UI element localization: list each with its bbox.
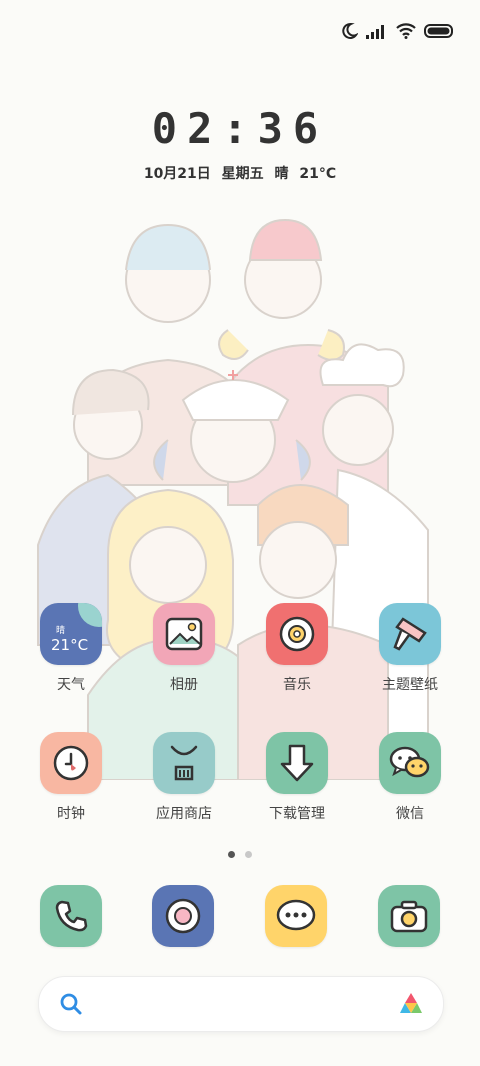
messages-icon [276,899,316,931]
app-label: 下载管理 [269,806,325,822]
dock-camera[interactable] [378,885,440,947]
app-gallery[interactable]: 相册 [134,603,234,694]
app-store[interactable]: 应用商店 [134,732,234,823]
status-bar [340,20,454,42]
weather-temperature: 21°C [51,636,89,654]
clock-icon[interactable] [40,732,102,794]
wechat-bubbles-icon[interactable] [379,732,441,794]
app-clock[interactable]: 时钟 [21,732,121,823]
weather-condition: 晴 [56,626,66,636]
battery-icon [424,23,454,39]
app-weather[interactable]: 晴 21°C 天气 [21,603,121,694]
page-dot-2[interactable] [245,851,252,858]
app-label: 微信 [396,806,424,822]
wifi-icon [396,23,416,39]
dock-browser[interactable] [152,885,214,947]
moon-icon [340,22,358,40]
camera-icon [390,900,428,933]
page-dot-1[interactable] [228,851,235,858]
download-arrow-icon[interactable] [266,732,328,794]
app-label: 应用商店 [156,806,212,822]
app-wechat[interactable]: 微信 [360,732,460,823]
dock-phone[interactable] [40,885,102,947]
phone-icon [55,900,88,932]
page-indicator [0,851,480,858]
search-icon[interactable] [59,992,83,1020]
search-bar[interactable] [38,976,444,1032]
app-label: 相册 [170,677,198,693]
app-downloads[interactable]: 下载管理 [247,732,347,823]
wallpaper-illustration [37,218,429,780]
app-label: 主题壁纸 [382,677,438,693]
date-weather-line[interactable]: 10月21日 星期五 晴 21°C [0,163,480,183]
app-music[interactable]: 音乐 [247,603,347,694]
app-label: 天气 [57,677,85,693]
paintbrush-icon[interactable] [379,603,441,665]
assistant-logo-icon[interactable] [397,991,425,1021]
store-bag-icon[interactable] [153,732,215,794]
app-label: 时钟 [57,806,85,822]
signal-icon [366,23,388,39]
moon-decoration [78,603,102,627]
app-label: 音乐 [283,677,311,693]
weather-widget-icon[interactable]: 晴 21°C [40,603,102,665]
clock-time[interactable]: 02:36 [0,104,480,153]
music-disc-icon[interactable] [266,603,328,665]
gallery-icon[interactable] [153,603,215,665]
app-themes[interactable]: 主题壁纸 [360,603,460,694]
browser-icon [165,898,201,934]
dock-messages[interactable] [265,885,327,947]
